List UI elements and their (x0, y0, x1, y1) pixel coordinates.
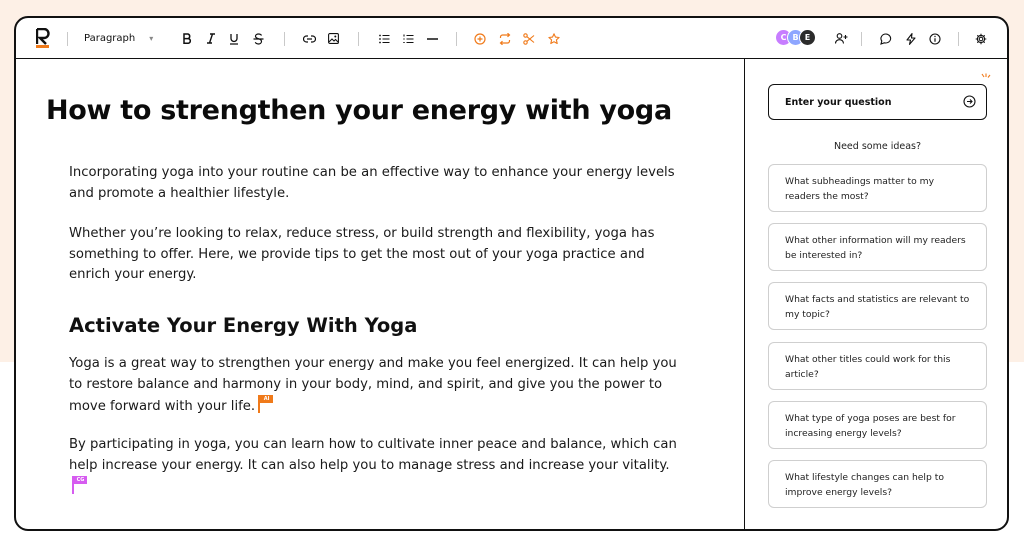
repeat-icon[interactable] (498, 30, 512, 47)
bullet-list-icon[interactable] (377, 30, 391, 47)
italic-icon[interactable] (204, 30, 218, 47)
settings-icon[interactable] (974, 30, 988, 47)
divider-icon[interactable] (425, 30, 439, 47)
info-icon[interactable] (928, 30, 942, 47)
paragraph[interactable]: Incorporating yoga into your routine can… (69, 163, 679, 204)
avatar-letter: C (780, 33, 787, 42)
image-icon[interactable] (326, 30, 340, 47)
underline-icon[interactable] (227, 30, 241, 47)
paragraph[interactable]: Yoga is a great way to strengthen your e… (69, 354, 679, 418)
cg-flag-marker[interactable]: CG (72, 476, 87, 495)
ai-assistant-panel: Enter your question Need some ideas? Wha… (746, 59, 1007, 529)
bolt-icon[interactable] (904, 30, 918, 47)
avatar-letter: B (792, 33, 799, 42)
ideas-label: Need some ideas? (833, 141, 922, 152)
question-input[interactable]: Enter your question (768, 84, 987, 120)
idea-suggestion[interactable]: What lifestyle changes can help to impro… (768, 460, 987, 508)
paragraph-style-select[interactable]: Paragraph ▾ (84, 29, 153, 48)
paragraph-text: By participating in yoga, you can learn … (69, 437, 677, 473)
bold-icon[interactable] (180, 30, 194, 47)
link-icon[interactable] (301, 30, 317, 47)
idea-suggestion[interactable]: What type of yoga poses are best for inc… (768, 401, 987, 449)
idea-suggestion[interactable]: What other titles could work for this ar… (768, 342, 987, 390)
app-logo-icon[interactable] (36, 28, 50, 48)
comment-icon[interactable] (879, 30, 893, 47)
flag-label: AI (260, 395, 274, 404)
toolbar-divider (67, 32, 68, 46)
toolbar-divider (456, 32, 457, 46)
paragraph-style-label: Paragraph (84, 33, 136, 44)
idea-suggestion[interactable]: What subheadings matter to my readers th… (768, 164, 987, 212)
toolbar-divider (358, 32, 359, 46)
question-input-placeholder: Enter your question (785, 96, 892, 108)
toolbar-divider (284, 32, 285, 46)
scissors-icon[interactable] (522, 30, 536, 47)
star-icon[interactable] (547, 30, 561, 47)
paragraph[interactable]: By participating in yoga, you can learn … (69, 435, 679, 499)
document-title[interactable]: How to strengthen your energy with yoga (46, 95, 672, 126)
flag-label: CG (74, 476, 87, 485)
ai-circle-icon[interactable] (473, 30, 487, 47)
collaborator-avatars: C B E (775, 29, 816, 48)
toolbar-divider (958, 32, 959, 46)
submit-arrow-icon[interactable] (963, 95, 976, 108)
sparkle-icon (981, 73, 991, 78)
strikethrough-icon[interactable] (251, 30, 265, 47)
avatar-letter: E (804, 33, 811, 42)
paragraph[interactable]: Whether you’re looking to relax, reduce … (69, 224, 679, 286)
document-editor[interactable]: How to strengthen your energy with yoga … (16, 59, 745, 529)
avatar[interactable]: E (799, 29, 816, 46)
paragraph-text: Yoga is a great way to strengthen your e… (69, 356, 677, 415)
idea-suggestion[interactable]: What other information will my readers b… (768, 223, 987, 271)
toolbar: Paragraph ▾ C B E (16, 18, 1007, 59)
chevron-down-icon: ▾ (149, 34, 154, 43)
numbered-list-icon[interactable] (401, 30, 415, 47)
section-heading[interactable]: Activate Your Energy With Yoga (69, 314, 417, 337)
idea-suggestion[interactable]: What facts and statistics are relevant t… (768, 282, 987, 330)
add-user-icon[interactable] (833, 30, 849, 47)
editor-window: Paragraph ▾ C B E How to strengthen your… (14, 16, 1009, 531)
ai-flag-marker[interactable]: AI (258, 395, 274, 414)
toolbar-divider (861, 32, 862, 46)
